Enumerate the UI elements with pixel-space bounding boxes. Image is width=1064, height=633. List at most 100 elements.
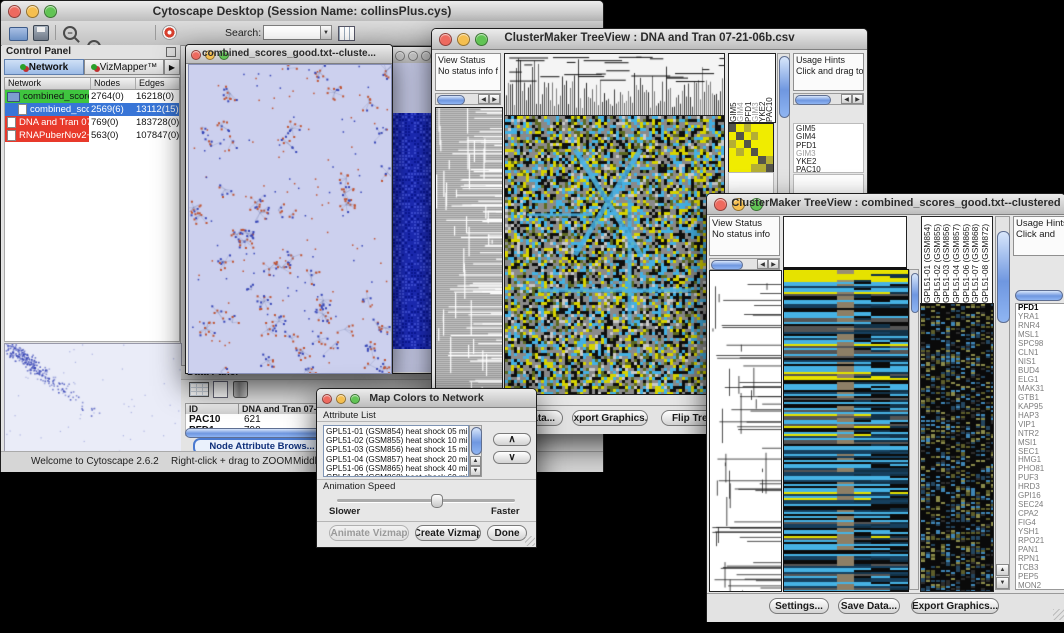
heatmap-zoom-matrix[interactable] [728,123,774,173]
attribute-list-item[interactable]: GPL51-07 (GSM868) heat shock 60 min [326,473,466,477]
gene-label[interactable]: MON2 [1018,582,1062,590]
column-dendrogram[interactable] [504,53,725,117]
panel-tab[interactable]: VizMapper™ [84,59,164,75]
zoom-out-icon[interactable]: − [63,26,77,40]
treeview-action-button[interactable]: Save Data... [838,598,900,614]
scroll-right-icon[interactable]: ▶ [852,94,863,104]
help-lifesaver-icon[interactable] [162,25,177,40]
attribute-list-item[interactable]: GPL51-02 (GSM855) heat shock 10 min [326,436,466,445]
move-down-button[interactable]: ∨ [493,451,531,464]
treeview1-title-bar[interactable]: ClusterMaker TreeView : DNA and Tran 07-… [432,29,867,50]
heatmap-main[interactable] [504,115,725,395]
resize-grip[interactable] [525,536,535,546]
treeview1-column-labels: GIM5GIM4PFD1GIM3YKE2PAC10 [728,53,776,123]
birdseye-view[interactable] [4,343,182,452]
search-dropdown-button[interactable]: ▼ [320,25,332,40]
network-row[interactable]: RNAPuberNov2+ 563(0) 107847(0) [5,129,179,142]
attribute-list-item[interactable]: GPL51-04 (GSM857) heat shock 20 min [326,455,466,464]
scroll-right-icon[interactable]: ▶ [489,94,500,104]
scroll-down-icon[interactable]: ▼ [470,466,481,476]
tab-overflow-arrow[interactable]: ▶ [164,59,180,75]
scroll-down-icon[interactable]: ▼ [996,577,1009,589]
row-value: 621 [240,414,265,425]
table-import-icon[interactable] [338,26,355,41]
treeview2-title: ClusterMaker TreeView : combined_scores_… [727,197,1064,209]
treeview2-gene-list[interactable]: PFD1YRA1RNR4MSL1SPC98CLN1NIS1BUD4ELG1MAK… [1015,303,1064,590]
done-button[interactable]: Done [487,525,527,541]
close-button[interactable] [395,51,405,61]
scroll-left-icon[interactable]: ◀ [478,94,489,104]
network-item-icon [7,117,16,128]
delete-attribute-icon[interactable] [233,381,248,398]
animate-vizmap-button[interactable]: Animate Vizmap [329,525,409,541]
heatmap-vscrollbar[interactable] [909,269,919,590]
dialog-title-bar[interactable]: Map Colors to Network [317,389,536,408]
attribute-list-vscrollbar[interactable]: ▲ ▼ [469,425,482,477]
attribute-list-item[interactable]: GPL51-03 (GSM856) heat shock 15 min [326,445,466,454]
create-vizmap-button[interactable]: Create Vizmap [415,525,481,541]
attribute-list[interactable]: GPL51-01 (GSM854) heat shock 05 minGPL51… [323,425,469,477]
gene-list-hscrollbar[interactable] [1015,290,1063,301]
minimize-button[interactable] [408,51,418,61]
desktop: Cytoscape Desktop (Session Name: collins… [0,0,1064,633]
status-hscrollbar[interactable]: ◀ ▶ [435,93,501,105]
open-session-icon[interactable] [9,27,28,41]
slider-thumb[interactable] [431,494,443,508]
panel-tab[interactable]: Network [4,59,84,75]
treeview1-gene-list[interactable]: GIM5GIM4PFD1GIM3YKE2PAC10 [793,123,864,173]
view-status-box: View Status No status info [709,216,780,256]
toolbar-separator [55,25,56,40]
status-hscrollbar[interactable]: ◀ ▶ [709,258,780,270]
network-window-title-bar[interactable]: combined_scores_good.txt--cluste... [186,45,392,64]
attribute-list-item[interactable]: GPL51-01 (GSM854) heat shock 05 min [326,427,466,436]
treeview-action-button[interactable]: Settings... [769,598,829,614]
network-window-blue [390,46,436,374]
treeview2-title-bar[interactable]: ClusterMaker TreeView : combined_scores_… [707,194,1064,215]
attribute-list-label: Attribute List [323,410,376,421]
row-dendrogram[interactable] [709,270,782,592]
column-tree-area[interactable] [783,216,907,269]
scroll-up-icon[interactable]: ▲ [996,564,1009,576]
group-separator [317,421,536,422]
float-panel-icon[interactable] [166,47,176,57]
network-view-canvas[interactable] [188,64,392,374]
network-name: RNAPuberNov2+ [19,130,89,141]
treeview-action-button[interactable]: Export Graphics... [572,410,648,426]
new-attribute-icon[interactable] [213,381,228,398]
network-name: DNA and Tran 07 [19,117,89,128]
blue-network-canvas-bg[interactable] [392,63,434,372]
animation-speed-label: Animation Speed [323,481,395,492]
network-row[interactable]: combined_scores 2764(0) 16218(0) [5,90,179,103]
save-session-icon[interactable] [33,25,49,41]
network-name: combined_scores [23,91,89,102]
view-status-info: No status info [712,229,777,240]
scroll-left-icon[interactable]: ◀ [757,259,768,269]
move-up-button[interactable]: ∧ [493,433,531,446]
heatmap-zoom-view[interactable] [920,303,994,592]
control-panel-tabs: NetworkVizMapper™ [4,59,164,75]
scroll-left-icon[interactable]: ◀ [841,94,852,104]
slider-faster-label: Faster [491,506,520,517]
heatmap-main[interactable] [783,269,909,592]
resize-grip[interactable] [1053,609,1064,620]
attribute-list-item[interactable]: GPL51-06 (GSM865) heat shock 40 min [326,464,466,473]
treeview-action-button[interactable]: Export Graphics... [911,598,999,614]
blue-window-title-bar[interactable] [391,47,435,64]
usage-hscrollbar[interactable]: ◀ ▶ [793,93,864,105]
row-dendrogram[interactable] [435,107,503,395]
treeview2-vscrollbar[interactable]: ▲ ▼ [995,216,1010,590]
blue-network-view[interactable] [393,113,434,349]
network-edges-count: 183728(0) [136,117,179,128]
zoom-window-button[interactable] [421,51,431,61]
network-row[interactable]: combined_sco 2569(6) 13112(15) [5,103,179,116]
attribute-select-icon[interactable] [189,382,209,397]
main-title-bar[interactable]: Cytoscape Desktop (Session Name: collins… [1,1,603,22]
scroll-right-icon[interactable]: ▶ [768,259,779,269]
animation-speed-slider[interactable] [337,499,515,502]
search-input[interactable] [263,25,321,40]
control-panel-title: Control Panel [2,45,180,58]
close-button[interactable] [714,198,727,211]
scroll-up-icon[interactable]: ▲ [470,456,481,466]
column-label: PFD1 [744,54,751,122]
network-row[interactable]: DNA and Tran 07 769(0) 183728(0) [5,116,179,129]
